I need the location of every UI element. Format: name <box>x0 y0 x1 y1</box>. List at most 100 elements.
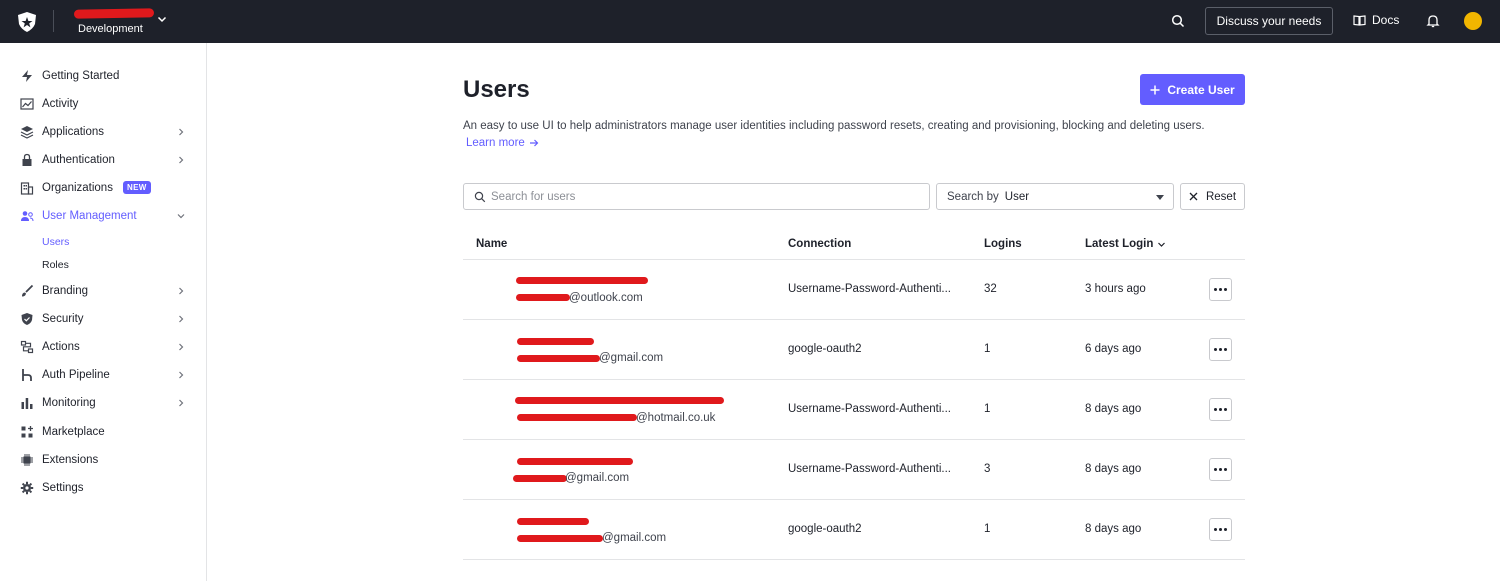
user-latest-login: 8 days ago <box>1085 403 1142 415</box>
building-icon <box>20 182 34 195</box>
sidebar-item-label: Branding <box>42 285 89 297</box>
table-row[interactable]: @gmail.com google-oauth2 1 6 days ago <box>463 320 1245 380</box>
learn-more-link[interactable]: Learn more <box>466 137 539 149</box>
new-badge: NEW <box>123 181 151 194</box>
docs-label: Docs <box>1372 13 1400 27</box>
row-actions-button[interactable] <box>1209 278 1232 301</box>
user-connection: google-oauth2 <box>788 523 862 535</box>
user-search-field[interactable] <box>463 183 930 210</box>
sidebar-item-auth-pipeline[interactable]: Auth Pipeline <box>0 363 206 387</box>
user-name-redacted <box>517 458 633 465</box>
user-email-domain: @hotmail.co.uk <box>636 412 716 424</box>
sidebar-subitem-roles[interactable]: Roles <box>42 259 69 271</box>
user-logins: 3 <box>984 463 991 475</box>
column-label: Connection <box>788 238 852 250</box>
tenant-name-redacted[interactable] <box>73 8 155 19</box>
chevron-right-icon <box>179 156 184 164</box>
chevron-down-icon <box>177 214 185 219</box>
user-email-redacted <box>517 414 637 421</box>
user-email-redacted <box>517 355 600 362</box>
discuss-needs-button[interactable]: Discuss your needs <box>1205 7 1333 35</box>
sidebar-item-label: Auth Pipeline <box>42 369 110 381</box>
row-actions-button[interactable] <box>1209 338 1232 361</box>
page-description: An easy to use UI to help administrators… <box>463 120 1205 132</box>
grid-plus-icon <box>21 426 33 438</box>
sidebar-item-organizations[interactable]: Organizations NEW <box>0 176 206 200</box>
chevron-right-icon <box>179 399 184 407</box>
user-email-redacted <box>516 294 570 301</box>
sidebar-item-settings[interactable]: Settings <box>0 476 206 500</box>
chevron-right-icon <box>179 315 184 323</box>
brush-icon <box>22 284 34 297</box>
sidebar-item-user-management[interactable]: User Management <box>0 204 206 228</box>
user-logins: 1 <box>984 403 991 415</box>
sidebar-item-label: Monitoring <box>42 397 96 409</box>
sidebar-item-getting-started[interactable]: Getting Started <box>0 64 206 88</box>
book-icon <box>1353 15 1366 26</box>
table-row[interactable]: @gmail.com Username-Password-Authenti...… <box>463 440 1245 500</box>
chip-icon <box>21 454 33 466</box>
docs-link[interactable]: Docs <box>1353 13 1399 27</box>
create-user-button[interactable]: Create User <box>1140 74 1245 105</box>
reset-label: Reset <box>1205 190 1237 203</box>
sidebar-item-branding[interactable]: Branding <box>0 279 206 303</box>
auth0-logo-icon[interactable] <box>16 11 38 33</box>
user-connection: Username-Password-Authenti... <box>788 463 951 475</box>
table-row[interactable]: @hotmail.co.uk Username-Password-Authent… <box>463 380 1245 440</box>
row-actions-button[interactable] <box>1209 518 1232 541</box>
chevron-right-icon <box>179 343 184 351</box>
sidebar-item-label: Security <box>42 313 84 325</box>
users-icon <box>21 211 34 222</box>
sidebar-item-label: Applications <box>42 126 105 138</box>
user-connection: Username-Password-Authenti... <box>788 403 951 415</box>
chevron-down-icon[interactable] <box>156 13 168 25</box>
sidebar-item-actions[interactable]: Actions <box>0 335 206 359</box>
sidebar: Getting Started Activity Applications Au… <box>0 43 207 581</box>
search-by-select[interactable]: Search by User <box>936 183 1174 210</box>
bolt-icon <box>22 70 32 82</box>
search-icon[interactable] <box>1171 14 1185 28</box>
user-latest-login: 6 days ago <box>1085 343 1142 355</box>
column-header-connection: Connection <box>788 238 851 250</box>
learn-more-label: Learn more <box>466 137 525 149</box>
search-by-value: User <box>1004 190 1030 203</box>
sidebar-item-authentication[interactable]: Authentication <box>0 148 206 172</box>
sidebar-item-security[interactable]: Security <box>0 307 206 331</box>
user-email-domain: @gmail.com <box>599 352 664 364</box>
column-header-latest-login[interactable]: Latest Login <box>1085 238 1166 250</box>
page-title: Users <box>463 76 530 103</box>
sidebar-item-label: Extensions <box>42 454 99 466</box>
bell-icon[interactable] <box>1426 14 1440 28</box>
row-actions-button[interactable] <box>1209 398 1232 421</box>
user-latest-login: 8 days ago <box>1085 523 1142 535</box>
reset-button[interactable]: Reset <box>1180 183 1245 210</box>
column-header-name: Name <box>476 238 507 250</box>
chevron-right-icon <box>179 128 184 136</box>
sidebar-item-extensions[interactable]: Extensions <box>0 448 206 472</box>
user-email-domain: @gmail.com <box>602 532 667 544</box>
tenant-environment[interactable]: Development <box>78 23 143 35</box>
search-input[interactable] <box>491 188 911 205</box>
sidebar-item-applications[interactable]: Applications <box>0 120 206 144</box>
sidebar-item-label: Settings <box>42 482 84 494</box>
top-bar: Development Discuss your needs Docs <box>0 0 1500 43</box>
pipeline-icon <box>22 369 32 381</box>
sidebar-item-activity[interactable]: Activity <box>0 92 206 116</box>
sidebar-item-marketplace[interactable]: Marketplace <box>0 420 206 444</box>
avatar[interactable] <box>1464 12 1482 30</box>
create-user-label: Create User <box>1167 82 1235 97</box>
sidebar-item-label: Authentication <box>42 154 115 166</box>
sidebar-item-monitoring[interactable]: Monitoring <box>0 391 206 415</box>
row-actions-button[interactable] <box>1209 458 1232 481</box>
table-row[interactable]: @outlook.com Username-Password-Authenti.… <box>463 260 1245 320</box>
column-label: Latest Login <box>1085 238 1154 250</box>
sidebar-item-label: User Management <box>42 210 137 222</box>
column-label: Name <box>476 238 508 250</box>
user-email-domain: @outlook.com <box>569 292 643 304</box>
flow-icon <box>20 340 34 354</box>
table-row[interactable]: @gmail.com google-oauth2 1 8 days ago <box>463 500 1245 560</box>
user-email-redacted <box>513 475 567 482</box>
shield-icon <box>21 313 33 325</box>
sidebar-subitem-users[interactable]: Users <box>42 236 69 248</box>
bar-chart-icon <box>21 398 33 409</box>
